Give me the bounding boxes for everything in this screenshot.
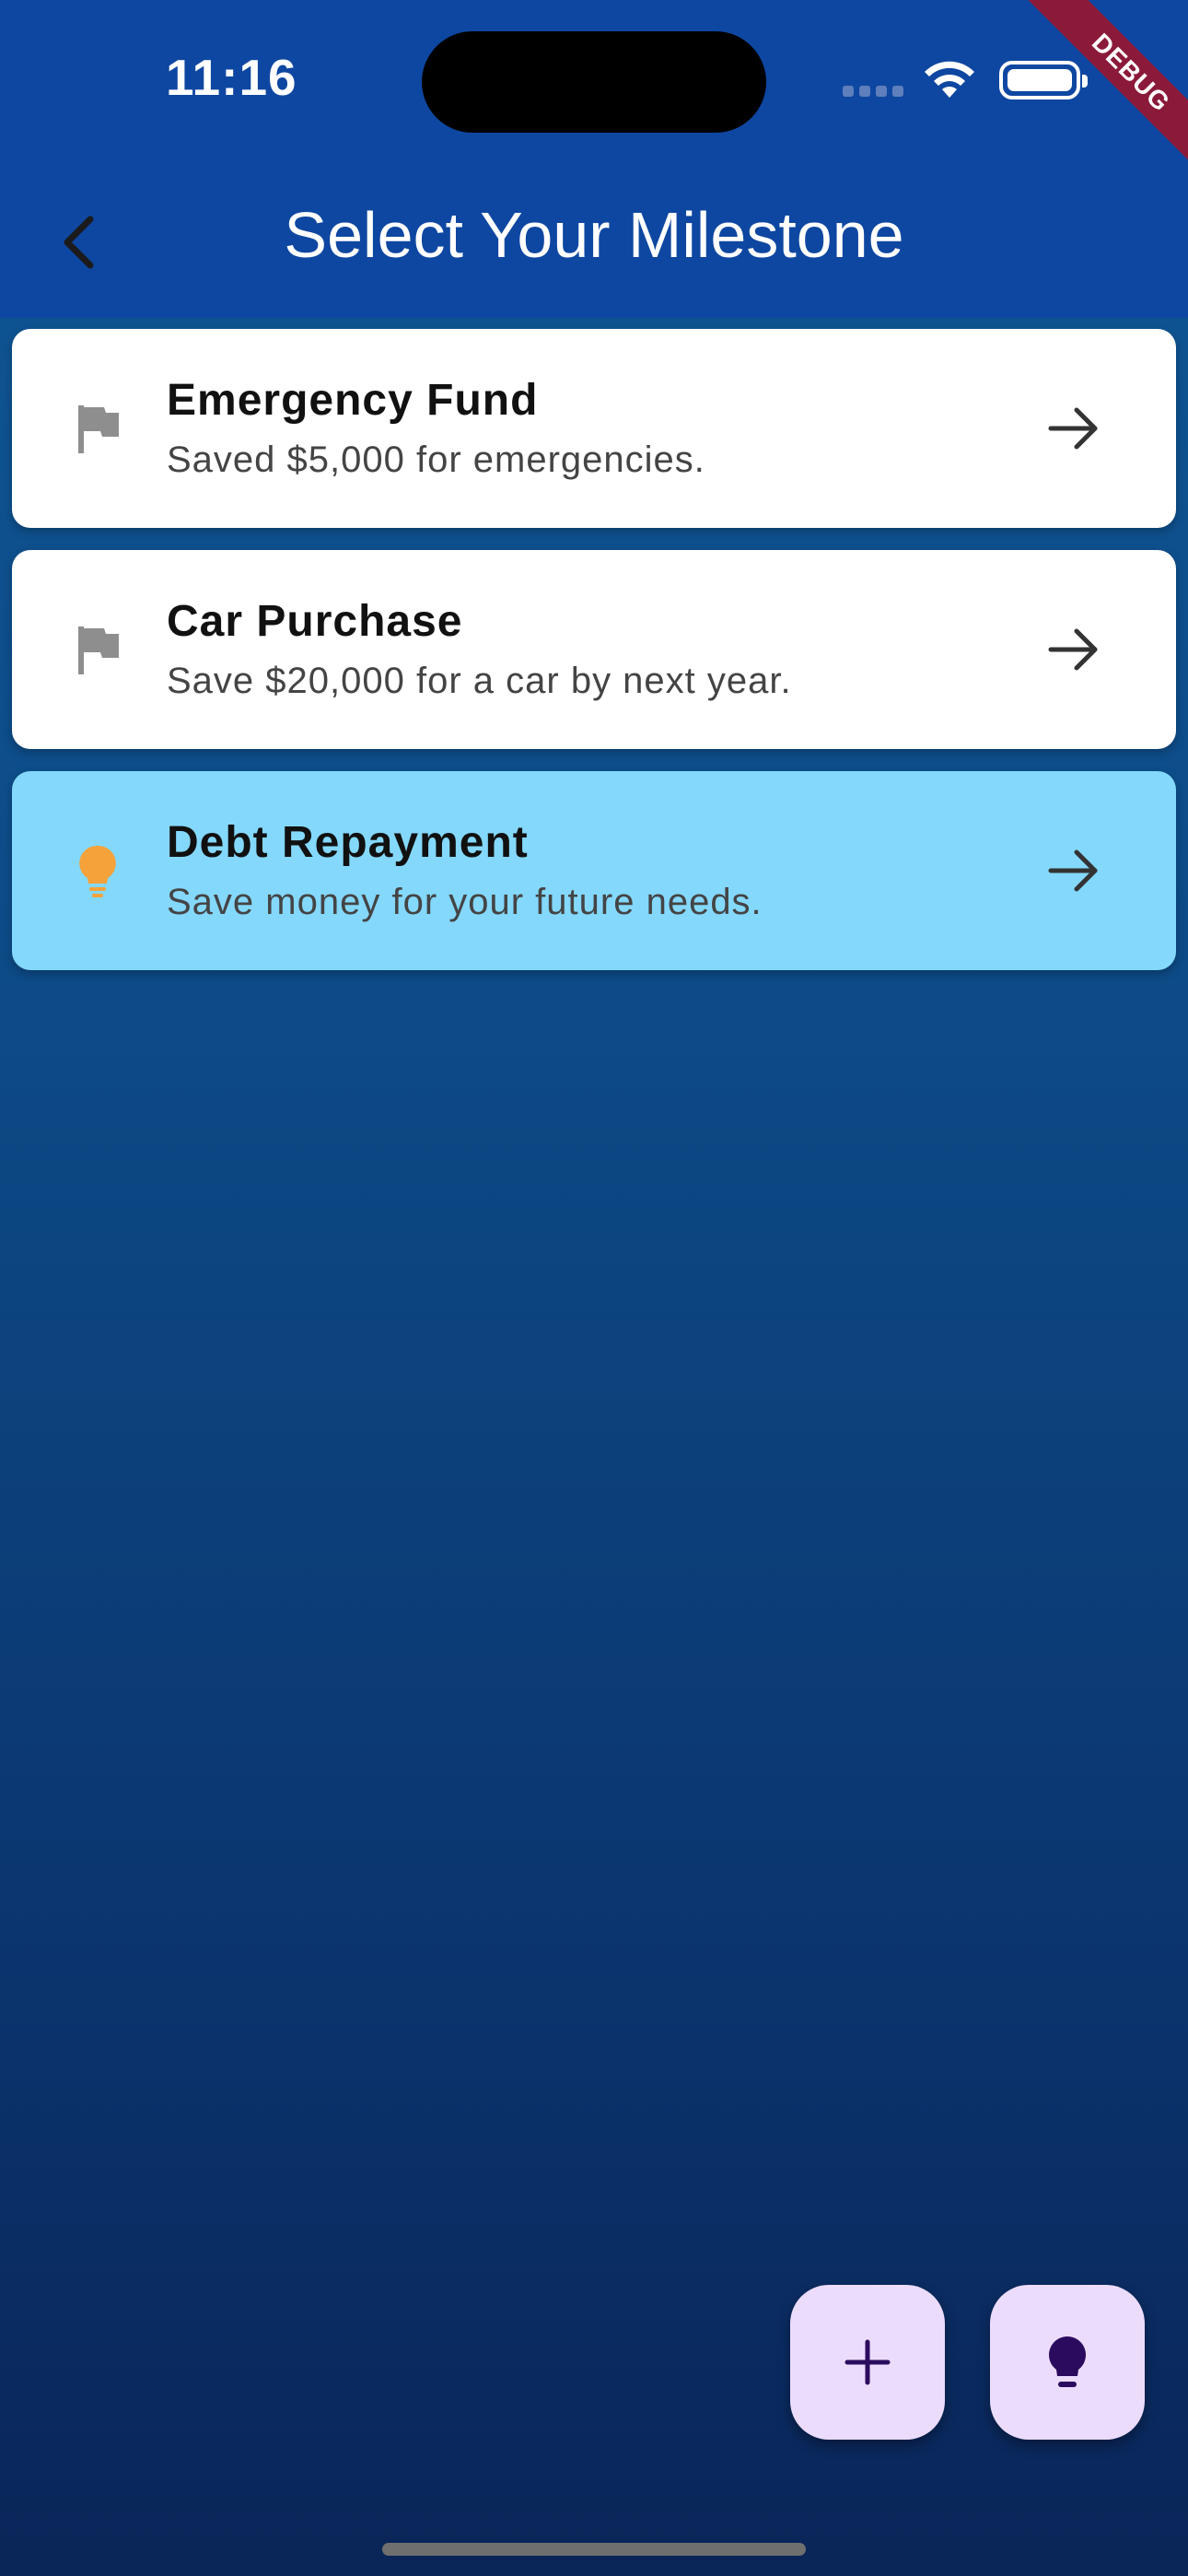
page-title: Select Your Milestone [284,199,904,271]
debug-banner: DEBUG [1004,0,1188,184]
milestone-subtitle: Save $20,000 for a car by next year. [167,661,792,701]
dynamic-island [422,31,766,133]
milestone-card-emergency-fund[interactable]: Emergency Fund Saved $5,000 for emergenc… [12,329,1176,528]
arrow-right-icon[interactable] [1043,619,1104,680]
flag-icon [78,405,119,453]
milestone-title: Debt Repayment [167,818,529,867]
arrow-right-icon[interactable] [1043,840,1104,901]
cellular-signal-icon [843,85,909,101]
lightbulb-icon [79,845,116,897]
ideas-button[interactable] [990,2285,1145,2440]
flag-icon [78,626,119,674]
wifi-icon [925,61,974,98]
debug-banner-label: DEBUG [1018,0,1188,184]
lightbulb-icon [1049,2336,1086,2387]
milestone-subtitle: Save money for your future needs. [167,882,763,922]
add-milestone-button[interactable] [790,2285,945,2440]
arrow-right-icon[interactable] [1043,398,1104,459]
plus-icon [844,2339,891,2385]
milestone-card-debt-repayment[interactable]: Debt Repayment Save money for your futur… [12,771,1176,970]
home-indicator[interactable] [382,2543,806,2556]
milestone-card-car-purchase[interactable]: Car Purchase Save $20,000 for a car by n… [12,550,1176,749]
milestone-subtitle: Saved $5,000 for emergencies. [167,439,705,480]
milestone-title: Car Purchase [167,597,463,646]
milestone-title: Emergency Fund [167,376,539,425]
status-time: 11:16 [166,49,297,106]
